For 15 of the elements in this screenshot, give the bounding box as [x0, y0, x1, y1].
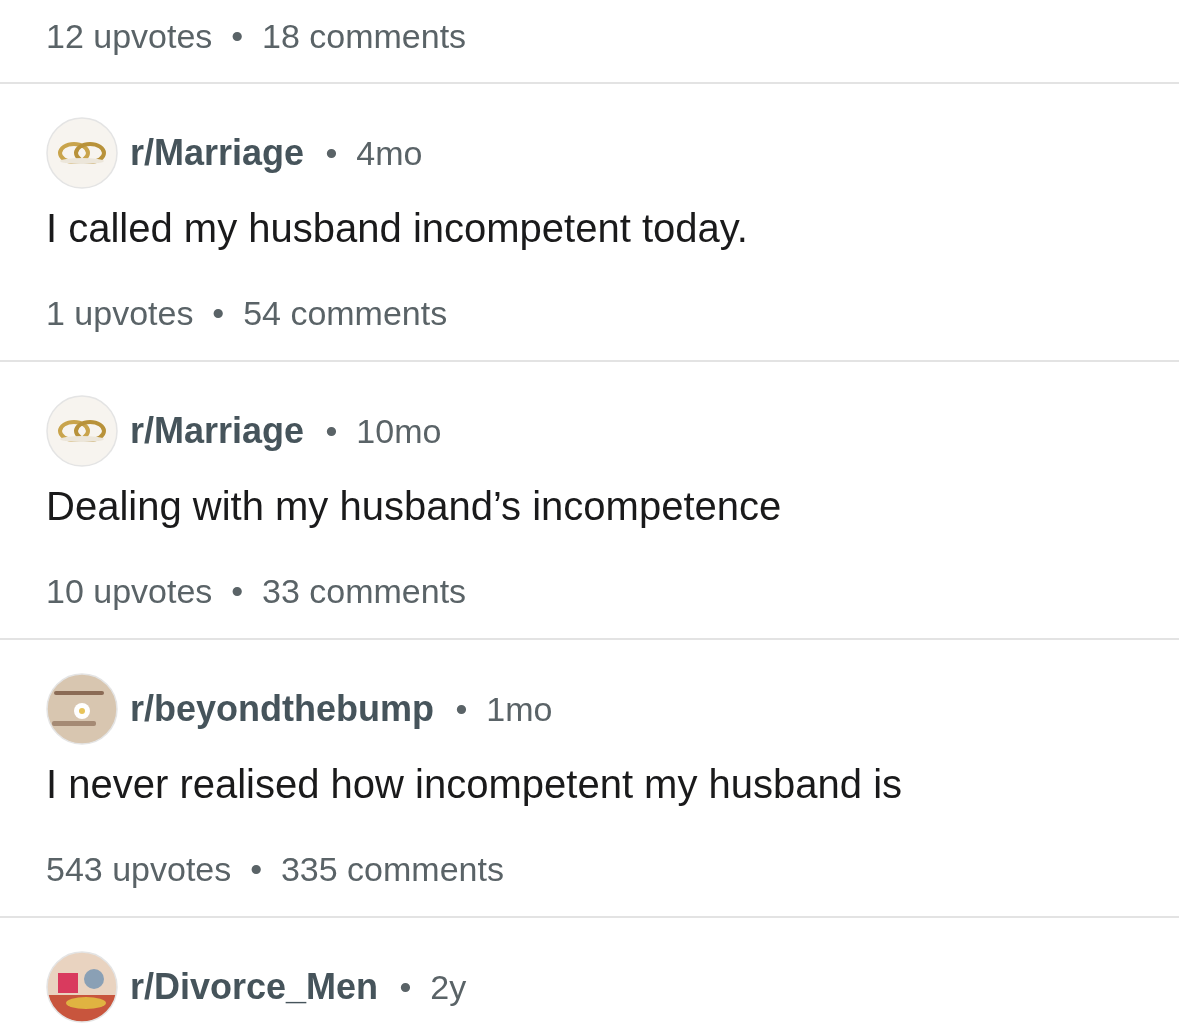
post-age: • 1mo: [454, 688, 553, 730]
subreddit-link[interactable]: r/Divorce_Men: [130, 960, 379, 1014]
post-title[interactable]: Dealing with my husband’s incompetence: [46, 482, 1133, 530]
subreddit-link[interactable]: r/Marriage: [130, 126, 305, 180]
post-stats: 1 upvotes • 54 comments: [46, 293, 449, 334]
post-age: • 2y: [398, 966, 467, 1008]
subreddit-link[interactable]: r/Marriage: [130, 404, 305, 458]
post-title[interactable]: I never realised how incompetent my husband is: [46, 760, 1133, 808]
post-title[interactable]: I called my husband incompetent today.: [46, 204, 1133, 252]
post-stats: 12 upvotes • 18 comments: [46, 16, 468, 57]
post-age: • 10mo: [324, 410, 442, 452]
post-stats: 10 upvotes • 33 comments: [46, 571, 468, 612]
post-stats: 543 upvotes • 335 comments: [46, 849, 505, 890]
post-age: • 4mo: [324, 132, 423, 174]
subreddit-link[interactable]: r/beyondthebump: [130, 682, 434, 736]
